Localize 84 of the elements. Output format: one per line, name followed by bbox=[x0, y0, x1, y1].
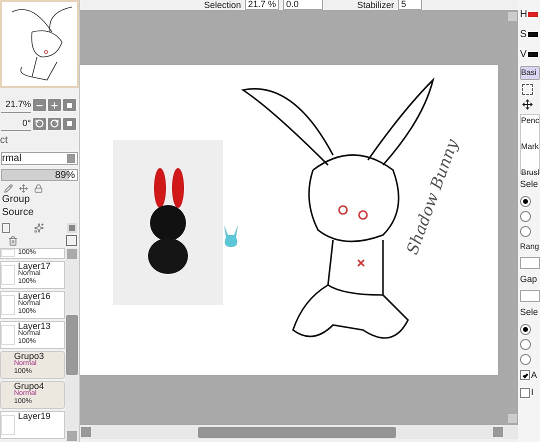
color-channel-label: V bbox=[520, 48, 527, 62]
canvas-horizontal-scrollbar[interactable] bbox=[80, 425, 518, 439]
scroll-up-icon bbox=[508, 12, 516, 21]
layer-tool-icon[interactable] bbox=[2, 223, 10, 233]
layer-thumbnail bbox=[1, 249, 15, 257]
blend-mode-dropdown[interactable]: rmal bbox=[1, 152, 78, 165]
angle-field[interactable]: 0.0 bbox=[283, 0, 324, 10]
lock-icon[interactable] bbox=[34, 184, 43, 193]
section-label: Sele bbox=[520, 306, 540, 319]
layer-row[interactable]: Layer19 bbox=[0, 411, 65, 439]
checkbox-label: A bbox=[531, 368, 538, 382]
mask-icon[interactable] bbox=[67, 223, 77, 233]
layer-thumbnail bbox=[1, 325, 15, 345]
radio-button[interactable] bbox=[520, 196, 531, 206]
radio-button[interactable] bbox=[520, 338, 531, 350]
layer-name: Layer13 bbox=[18, 322, 51, 330]
stabilizer-label: Stabilizer bbox=[357, 1, 394, 10]
layer-thumbnail bbox=[1, 265, 15, 285]
checkbox-label: I bbox=[531, 386, 534, 399]
stabilizer-field[interactable]: 5 bbox=[398, 0, 422, 10]
tool-entry[interactable]: Brusl bbox=[521, 167, 539, 179]
layer-option-label[interactable]: Source bbox=[0, 207, 79, 219]
layer-name: Grupo4 bbox=[14, 382, 44, 390]
color-channel-bar[interactable] bbox=[528, 32, 538, 36]
canvas-vertical-scrollbar[interactable] bbox=[506, 10, 518, 425]
move-icon[interactable] bbox=[19, 184, 28, 193]
layer-name: Grupo3 bbox=[14, 352, 44, 360]
rotate-right-button[interactable] bbox=[48, 118, 61, 130]
gap-field[interactable] bbox=[520, 290, 540, 302]
color-channel-label: H bbox=[520, 8, 528, 22]
merge-icon[interactable] bbox=[66, 235, 77, 246]
palette-tab[interactable]: Basi bbox=[520, 66, 540, 80]
move-tool-icon[interactable] bbox=[522, 99, 533, 110]
layer-name: Layer19 bbox=[18, 412, 51, 420]
opacity-slider[interactable]: 89% bbox=[1, 169, 78, 181]
checkmark-icon bbox=[522, 372, 528, 378]
gap-label: Gap bbox=[520, 272, 538, 286]
opacity-reading: 89% bbox=[54, 170, 75, 181]
zoom-out-button[interactable] bbox=[33, 99, 46, 112]
small-bunny-drawing bbox=[224, 225, 238, 247]
radio-button[interactable] bbox=[520, 210, 531, 222]
color-channel-bar[interactable] bbox=[528, 52, 538, 56]
scroll-down-icon bbox=[508, 414, 516, 423]
scroll-down-icon bbox=[67, 431, 77, 441]
section-label: Sele bbox=[520, 178, 540, 191]
range-label: Rang bbox=[520, 240, 540, 252]
range-field[interactable] bbox=[520, 256, 540, 268]
layer-name: Layer16 bbox=[18, 292, 51, 300]
trash-icon[interactable] bbox=[8, 236, 18, 246]
color-channel-bar[interactable] bbox=[528, 12, 538, 16]
color-channel-label: S bbox=[520, 28, 527, 42]
scroll-thumb bbox=[66, 315, 78, 375]
tool-entry[interactable]: Penc bbox=[521, 115, 539, 127]
zoom-field[interactable]: 21.7 % bbox=[245, 0, 280, 10]
checkbox[interactable] bbox=[520, 370, 530, 380]
sparkle-icon[interactable] bbox=[34, 223, 44, 233]
layer-name: Layer17 bbox=[18, 262, 51, 270]
square-icon bbox=[67, 102, 72, 108]
radio-button[interactable] bbox=[520, 354, 531, 364]
layer-thumbnail bbox=[1, 415, 15, 435]
plus-icon bbox=[50, 100, 59, 110]
radio-button[interactable] bbox=[520, 226, 531, 236]
scroll-right-icon bbox=[493, 427, 503, 437]
square-icon bbox=[67, 121, 72, 126]
scroll-up-icon bbox=[67, 249, 77, 259]
scroll-left-icon bbox=[81, 427, 91, 437]
checkbox[interactable] bbox=[520, 388, 530, 398]
reset-zoom-button[interactable] bbox=[63, 99, 76, 112]
layer-thumbnail bbox=[1, 295, 15, 315]
rotate-left-icon bbox=[35, 119, 44, 128]
radio-button[interactable] bbox=[520, 324, 531, 334]
angle-field[interactable]: 0° bbox=[1, 116, 31, 131]
tool-entry[interactable]: Mark bbox=[521, 141, 539, 153]
reset-angle-button[interactable] bbox=[63, 118, 76, 130]
effect-label: ct bbox=[0, 135, 9, 147]
layer-scrollbar[interactable] bbox=[65, 248, 79, 442]
zoom-in-button[interactable] bbox=[48, 99, 61, 112]
layer-option-label[interactable]: Group bbox=[0, 194, 79, 206]
rotate-left-button[interactable] bbox=[33, 118, 46, 130]
selection-tool-icon[interactable] bbox=[522, 84, 533, 95]
selection-label: Selection bbox=[204, 1, 242, 10]
rotate-right-icon bbox=[50, 119, 59, 128]
zoom-field[interactable]: 21.7% bbox=[1, 98, 31, 112]
pencil-icon[interactable] bbox=[4, 184, 13, 193]
